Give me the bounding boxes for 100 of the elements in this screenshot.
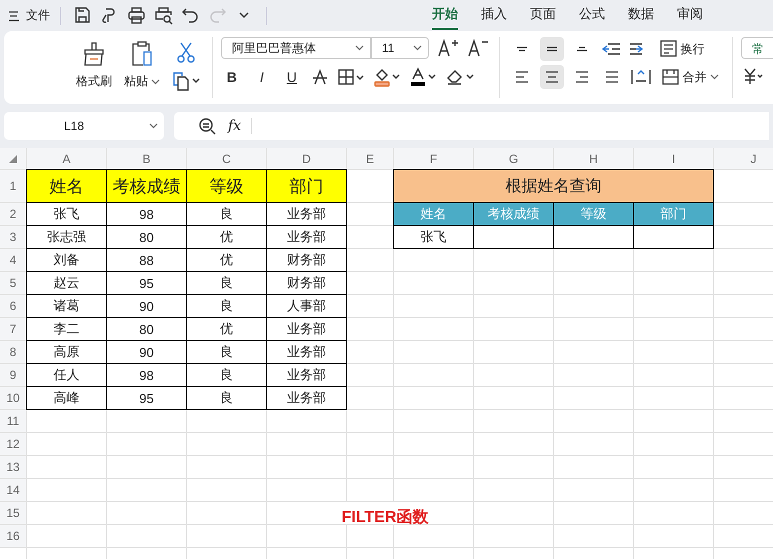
table-cell: 财务部 xyxy=(267,272,347,295)
row-header[interactable]: 5 xyxy=(0,272,27,295)
row-header[interactable]: 3 xyxy=(0,226,27,249)
table-cell: 诸葛 xyxy=(27,295,107,318)
strikethrough-icon[interactable] xyxy=(310,68,329,86)
table-cell: 95 xyxy=(107,272,187,295)
row-header[interactable]: 12 xyxy=(0,433,27,456)
column-header[interactable]: D xyxy=(267,148,347,170)
table-cell: 业务部 xyxy=(267,364,347,387)
column-header[interactable]: I xyxy=(634,148,714,170)
row-header[interactable]: 1 xyxy=(0,170,27,203)
zoom-out-icon[interactable] xyxy=(198,117,216,135)
increase-font-icon[interactable] xyxy=(436,38,459,58)
ribbon-tab[interactable]: 页面 xyxy=(530,1,556,30)
row-header[interactable]: 13 xyxy=(0,456,27,479)
number-format-dropdown[interactable]: 常 xyxy=(741,37,773,59)
table-cell: 良 xyxy=(187,272,267,295)
merge-cells-icon xyxy=(662,68,680,86)
save-icon[interactable] xyxy=(73,6,92,25)
table-cell: 业务部 xyxy=(267,387,347,410)
select-all-icon[interactable] xyxy=(9,154,17,162)
bold-button[interactable]: B xyxy=(220,69,243,85)
table-cell: 良 xyxy=(187,341,267,364)
decrease-font-icon[interactable] xyxy=(466,38,489,58)
ribbon-tab[interactable]: 审阅 xyxy=(677,1,703,30)
borders-icon[interactable] xyxy=(336,68,365,86)
ribbon-tab[interactable]: 公式 xyxy=(579,1,605,30)
font-name-dropdown[interactable]: 阿里巴巴普惠体 xyxy=(220,37,371,59)
column-header[interactable]: A xyxy=(27,148,107,170)
column-header[interactable]: J xyxy=(714,148,773,170)
ribbon-tab[interactable]: 插入 xyxy=(481,1,507,30)
chevron-down-icon[interactable] xyxy=(354,45,364,51)
chevron-down-icon[interactable] xyxy=(710,74,718,80)
empty-cell[interactable] xyxy=(554,226,634,249)
function-button[interactable]: fx xyxy=(228,118,252,134)
font-size-dropdown[interactable]: 11 xyxy=(370,37,429,59)
chevron-down-icon[interactable] xyxy=(412,45,422,51)
cut-icon[interactable] xyxy=(176,41,196,63)
font-color-icon[interactable] xyxy=(408,67,437,87)
column-header[interactable]: G xyxy=(474,148,554,170)
row-header[interactable]: 7 xyxy=(0,318,27,341)
file-menu[interactable]: 文件 xyxy=(26,7,50,24)
table-cell: 业务部 xyxy=(267,341,347,364)
empty-cell[interactable] xyxy=(634,226,714,249)
table-cell: 业务部 xyxy=(267,203,347,226)
paste-button[interactable]: 粘贴 xyxy=(124,37,160,98)
row-header[interactable]: 9 xyxy=(0,364,27,387)
align-middle-icon xyxy=(546,46,558,52)
copy-icon[interactable] xyxy=(172,71,200,91)
table-cell: 良 xyxy=(187,203,267,226)
table-cell: 张飞 xyxy=(27,203,107,226)
row-header[interactable]: 8 xyxy=(0,341,27,364)
fill-color-icon[interactable] xyxy=(372,67,401,87)
row-header[interactable]: 16 xyxy=(0,525,27,548)
print-preview-icon[interactable] xyxy=(154,6,173,25)
row-header[interactable]: 2 xyxy=(0,203,27,226)
row-header[interactable]: 15 xyxy=(0,502,27,525)
table-cell: 业务部 xyxy=(267,226,347,249)
italic-button[interactable]: I xyxy=(250,69,273,85)
table-cell: 人事部 xyxy=(267,295,347,318)
underline-button[interactable]: U xyxy=(280,69,303,85)
clipboard-icon xyxy=(130,41,154,67)
header-cell: 等级 xyxy=(187,170,267,203)
wrap-text-button[interactable]: 换行 xyxy=(656,40,704,58)
header-cell: 姓名 xyxy=(27,170,107,203)
column-header[interactable]: B xyxy=(107,148,187,170)
table-cell: 李二 xyxy=(27,318,107,341)
align-bottom-icon xyxy=(576,46,588,52)
chevron-down-icon[interactable] xyxy=(149,123,158,129)
menu-icon[interactable] xyxy=(8,10,20,22)
horizontal-align-button[interactable] xyxy=(540,65,564,89)
table-cell: 80 xyxy=(107,226,187,249)
row-header[interactable]: 11 xyxy=(0,410,27,433)
empty-cell[interactable] xyxy=(474,226,554,249)
table-cell: 高原 xyxy=(27,341,107,364)
column-header[interactable]: C xyxy=(187,148,267,170)
column-header[interactable]: E xyxy=(347,148,394,170)
merge-button[interactable]: 合并 xyxy=(658,68,718,86)
print-icon[interactable] xyxy=(127,6,146,25)
format-painter-button[interactable]: 格式刷 xyxy=(76,37,112,98)
column-header[interactable]: F xyxy=(394,148,474,170)
table-cell: 95 xyxy=(107,387,187,410)
row-header[interactable]: 10 xyxy=(0,387,27,410)
undo-icon[interactable] xyxy=(181,6,200,25)
ribbon-tab[interactable]: 数据 xyxy=(628,1,654,30)
header-cell: 考核成绩 xyxy=(474,203,554,226)
row-header[interactable]: 4 xyxy=(0,249,27,272)
row-header[interactable]: 14 xyxy=(0,479,27,502)
name-box[interactable]: L18 xyxy=(4,112,164,140)
vertical-align-button[interactable] xyxy=(540,37,564,61)
chevron-down-icon[interactable] xyxy=(151,78,160,84)
row-header[interactable]: 6 xyxy=(0,295,27,318)
caption-text: FILTER函数 xyxy=(267,502,474,525)
table-cell: 业务部 xyxy=(267,318,347,341)
distributed-icon[interactable] xyxy=(630,68,652,86)
column-header[interactable]: H xyxy=(554,148,634,170)
header-cell: 等级 xyxy=(554,203,634,226)
table-cell: 张志强 xyxy=(27,226,107,249)
table-cell: 80 xyxy=(107,318,187,341)
table-cell: 98 xyxy=(107,364,187,387)
